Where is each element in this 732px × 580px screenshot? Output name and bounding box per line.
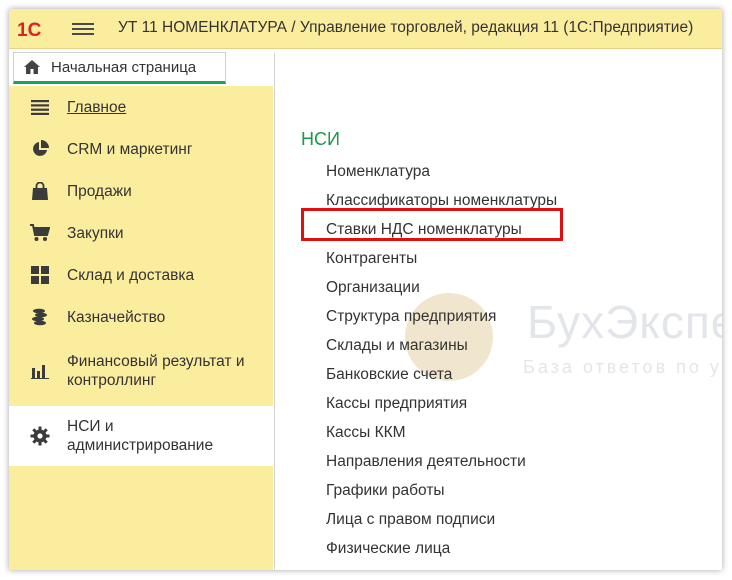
link-activity-directions[interactable]: Направления деятельности (326, 447, 557, 476)
sidebar-item-sales[interactable]: Продажи (9, 170, 273, 212)
link-signatories[interactable]: Лица с правом подписи (326, 505, 557, 534)
sidebar-item-label: НСИ и администрирование (67, 418, 214, 454)
link-nomenclature[interactable]: Номенклатура (326, 157, 557, 186)
app-title: УТ 11 НОМЕНКЛАТУРА / Управление торговле… (118, 19, 694, 36)
sidebar-item-crm[interactable]: CRM и маркетинг (9, 128, 273, 170)
tab-home-label: Начальная страница (51, 58, 197, 76)
link-enterprise-structure[interactable]: Структура предприятия (326, 302, 557, 331)
link-work-schedules[interactable]: Графики работы (326, 476, 557, 505)
cart-icon (30, 223, 50, 243)
sidebar-item-label: Склад и доставка (67, 266, 195, 284)
link-individuals[interactable]: Физические лица (326, 534, 557, 563)
link-kkm-cashboxes[interactable]: Кассы ККМ (326, 418, 557, 447)
gear-icon (30, 426, 50, 446)
home-icon (24, 60, 40, 74)
title-bar: 1С УТ 11 НОМЕНКЛАТУРА / Управление торго… (9, 9, 722, 49)
warehouse-grid-icon (30, 265, 50, 285)
sidebar-item-nsi-admin[interactable]: НСИ и администрирование (9, 406, 273, 466)
shopping-bag-icon (30, 181, 50, 201)
sidebar-item-label: Финансовый результат и контроллинг (67, 353, 245, 389)
sidebar: Главное CRM и маркетинг Продажи Закупки (9, 86, 273, 570)
link-organizations[interactable]: Организации (326, 273, 557, 302)
sidebar-item-main[interactable]: Главное (9, 86, 273, 128)
sidebar-item-label: Закупки (67, 224, 124, 242)
link-bank-accounts[interactable]: Банковские счета (326, 360, 557, 389)
sidebar-item-label: Главное (67, 98, 127, 116)
sidebar-item-treasury[interactable]: Казначейство (9, 296, 273, 338)
sidebar-item-finance[interactable]: Финансовый результат и контроллинг (9, 338, 273, 404)
section-title: НСИ (301, 129, 340, 149)
main-menu-icon[interactable] (72, 20, 94, 38)
sidebar-item-warehouse[interactable]: Склад и доставка (9, 254, 273, 296)
pie-chart-icon (30, 139, 50, 159)
sidebar-item-label: CRM и маркетинг (67, 140, 193, 158)
main-content: БухЭксперт 8 База ответов по учету в 1С … (274, 53, 722, 570)
tab-home[interactable]: Начальная страница (13, 52, 226, 84)
app-window: 1С УТ 11 НОМЕНКЛАТУРА / Управление торго… (9, 9, 722, 570)
link-warehouses-stores[interactable]: Склады и магазины (326, 331, 557, 360)
1c-logo: 1С (17, 18, 51, 40)
sidebar-item-label: Казначейство (67, 308, 166, 326)
highlight-box (301, 208, 563, 241)
list-icon (30, 97, 50, 117)
sidebar-item-label: Продажи (67, 182, 132, 200)
coins-icon (30, 307, 50, 327)
bar-chart-icon (30, 361, 50, 381)
1c-logo-text: 1С (17, 20, 42, 40)
sidebar-item-purchases[interactable]: Закупки (9, 212, 273, 254)
link-counterparties[interactable]: Контрагенты (326, 244, 557, 273)
link-company-cashboxes[interactable]: Кассы предприятия (326, 389, 557, 418)
